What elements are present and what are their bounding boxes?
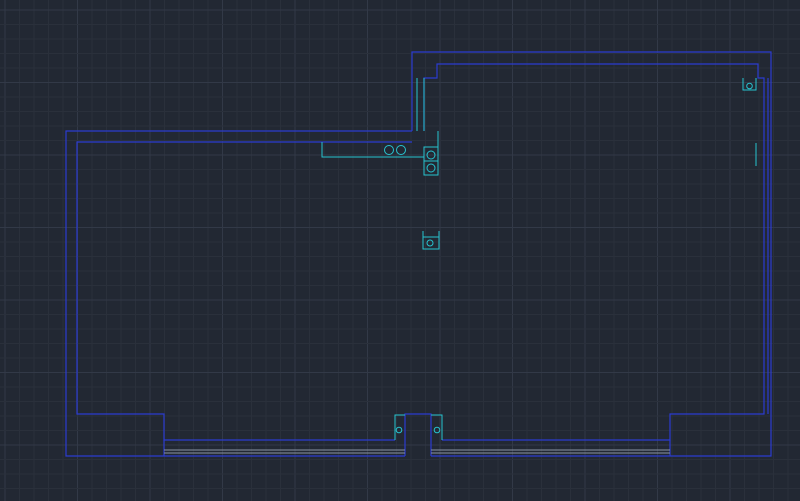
fixtures-layer	[321, 78, 757, 440]
socket-icon	[426, 239, 434, 247]
socket-icon	[426, 163, 436, 173]
window-sills	[164, 449, 670, 454]
door-jamb-left	[404, 413, 432, 456]
socket-icon	[746, 82, 753, 90]
cad-drawing-viewport[interactable]	[0, 0, 800, 501]
right-room-outer-wall	[411, 51, 772, 457]
right-room-inner-wall	[423, 63, 765, 441]
walls-layer	[65, 51, 772, 457]
burner-icon	[384, 145, 394, 155]
burner-icon	[396, 145, 406, 155]
floor-plan-drawing[interactable]	[0, 0, 800, 501]
left-room-inner-wall	[76, 141, 412, 441]
background-grid	[0, 0, 800, 501]
left-room-outer-wall	[65, 130, 412, 457]
